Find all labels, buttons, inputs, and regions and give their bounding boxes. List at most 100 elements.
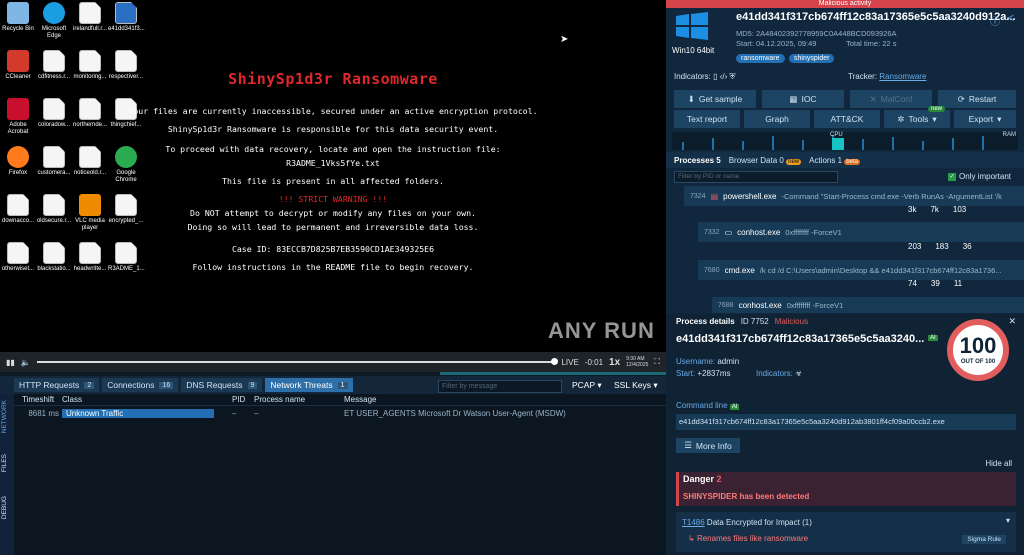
tracker-link[interactable]: Ransomware [879,72,926,81]
desktop-icon[interactable]: headwritte... [72,242,108,273]
volume-icon[interactable]: 🔈 [21,358,31,367]
tag-ransomware[interactable]: ransomware [736,54,785,63]
vm-screen[interactable]: Recycle Bin Microsoft Edge irelandfull.r..… [0,0,666,352]
desktop-icon[interactable]: blackstatio... [36,242,72,273]
side-tab-debug[interactable]: DEBUG [1,496,8,519]
ai-badge[interactable]: AI [729,404,740,410]
desktop-icon[interactable]: Microsoft Edge [36,2,72,40]
desktop-icon[interactable]: noticeold.r... [72,146,108,177]
process-row[interactable]: 7324 ▤ powershell.exe -Command "Start-Pr… [684,186,1024,206]
tab-actions[interactable]: Actions 1 beta [809,156,860,165]
command-line-value[interactable]: e41dd341f317cb674ff12c83a17365e5c5aa3240… [676,414,1016,430]
fullscreen-icon[interactable]: ⛶ [654,357,660,367]
command-line-label: Command line AI [676,401,740,410]
tab-connections[interactable]: Connections 16 [102,378,179,392]
tab-http-requests[interactable]: HTTP Requests 2 [14,378,100,392]
restart-button[interactable]: ⟳ Restart [938,90,1016,108]
col-message: Message [344,395,377,404]
timeline-slider[interactable] [36,358,559,365]
malicious-banner: Malicious activity [666,0,1024,8]
tab-browser-data[interactable]: Browser Data 0 new [729,155,802,165]
only-important-toggle[interactable]: ✓ Only important [948,172,1011,181]
graph-button[interactable]: Graph [744,110,810,128]
text-report-button[interactable]: Text report [674,110,740,128]
checkbox-icon[interactable]: ✓ [948,172,956,181]
process-args: 0xffffffff -ForceV1 [785,227,842,237]
cell-class: Unknown Traffic [62,408,214,418]
username-label: Username: [676,357,716,366]
ai-badge[interactable]: AI [928,335,938,341]
more-info-button[interactable]: ☰ More Info [676,438,740,453]
desktop-icon-label: customera... [37,170,71,176]
process-row[interactable]: 7680 cmd.exe /k cd /d C:\Users\admin\Des… [698,260,1024,280]
danger-title: Danger 2 [683,474,722,484]
tab-count: 5 [716,155,721,165]
technique-link[interactable]: T1486 [682,518,705,527]
player-bar: ▮▮ 🔈 LIVE -0:01 1x 9:30 AM 12/4/2025 ⛶ [0,352,666,372]
side-tab-network[interactable]: NETWORK [1,400,8,433]
get-sample-button[interactable]: ⬇ Get sample [674,90,756,108]
ioc-button[interactable]: ▦ IOC [762,90,844,108]
desktop-icon[interactable]: monitoring... [72,50,108,81]
tab-processes[interactable]: Processes 5 [674,156,721,165]
desktop-icon[interactable]: VLC media player [72,194,108,232]
desktop-icon[interactable]: customera... [36,146,72,177]
side-tab-files[interactable]: FILES [1,454,8,472]
desktop-icon[interactable]: otherwiset... [0,242,36,273]
share-icon[interactable]: ≺ [1006,13,1014,24]
file-icon [43,146,65,168]
chevron-down-icon[interactable]: ▾ [1006,516,1010,525]
tab-count: 1 [837,155,843,165]
process-row[interactable]: 7332 ▭ conhost.exe 0xffffffff -ForceV1 [698,222,1024,242]
malconf-button[interactable]: ✕ MalConf [850,90,932,108]
process-tabs: Processes 5 Browser Data 0 new Actions 1… [666,152,1024,168]
wrench-icon: ✕ [869,93,877,104]
tag-shinyspider[interactable]: shinyspider [789,54,835,63]
desktop-icon[interactable]: cdfitness.r... [36,50,72,81]
live-label[interactable]: LIVE [561,358,578,367]
message-filter-input[interactable]: Filter by message [438,380,562,393]
table-row[interactable]: 8681 ms Unknown Traffic – – ET USER_AGEN… [14,406,666,420]
desktop-icon[interactable]: e41dd341f3... [108,2,145,33]
desktop-icon[interactable]: Adobe Acrobat [0,98,36,136]
tab-dns-requests[interactable]: DNS Requests 9 [181,378,263,392]
acrobat-icon [7,98,29,120]
desktop-icon[interactable]: coloradow... [36,98,72,129]
desktop-icon-label: headwritte... [73,266,107,272]
desktop-icon[interactable]: Firefox [0,146,36,177]
detection-text[interactable]: SHINYSPIDER has been detected [683,492,809,501]
speed-button[interactable]: 1x [609,357,620,368]
table-header: Timeshift Class PID Process name Message [14,394,666,406]
case-id: Case ID: 83ECCB7D825B7EB3590CD1AE349325E… [231,244,435,254]
desktop-icon[interactable]: oldsecure.r... [36,194,72,225]
tab-network-threats[interactable]: Network Threats 1 [265,378,353,392]
ransom-note: ShinySp1d3r Ransomware Your files are cu… [110,72,556,274]
stat-registry: 39 [930,279,940,288]
btn-label: ATT&CK [830,114,864,124]
new-badge: new [786,158,802,165]
start-label: Start: [676,369,696,378]
desktop-icon[interactable]: CCleaner [0,50,36,81]
tab-label: Processes [674,155,715,165]
pause-icon[interactable]: ▮▮ [6,358,15,367]
pcap-button[interactable]: PCAP ▾ [572,380,602,391]
desktop-icon[interactable]: northernde... [72,98,108,129]
desktop-icon[interactable]: Recycle Bin [0,2,36,33]
hide-all-link[interactable]: Hide all [985,459,1012,468]
export-button[interactable]: Export ▾ [954,110,1016,128]
process-row[interactable]: 7688 conhost.exe 0xffffffff -ForceV1 [712,297,1024,313]
pid-filter-input[interactable]: Filter by PID or name [674,171,838,183]
file-icon [43,242,65,264]
desktop-icon[interactable]: irelandfull.r... [72,2,108,33]
file-icon [79,98,101,120]
tools-button[interactable]: ✲ Tools ▾ [884,110,950,128]
desktop-icon[interactable]: downacco... [0,194,36,225]
info-icon[interactable]: ⓘ [990,13,1000,28]
attck-button[interactable]: ATT&CK [814,110,880,128]
restart-icon: ⟳ [957,93,965,104]
close-icon[interactable]: ✕ [1008,316,1016,327]
ssl-keys-button[interactable]: SSL Keys ▾ [614,380,658,391]
sigma-rule-badge[interactable]: Sigma Rule [962,535,1006,544]
tab-count: 0 [779,155,784,165]
task-hash: e41dd341f317cb674ff12c83a17365e5c5aa3240… [736,11,1016,23]
